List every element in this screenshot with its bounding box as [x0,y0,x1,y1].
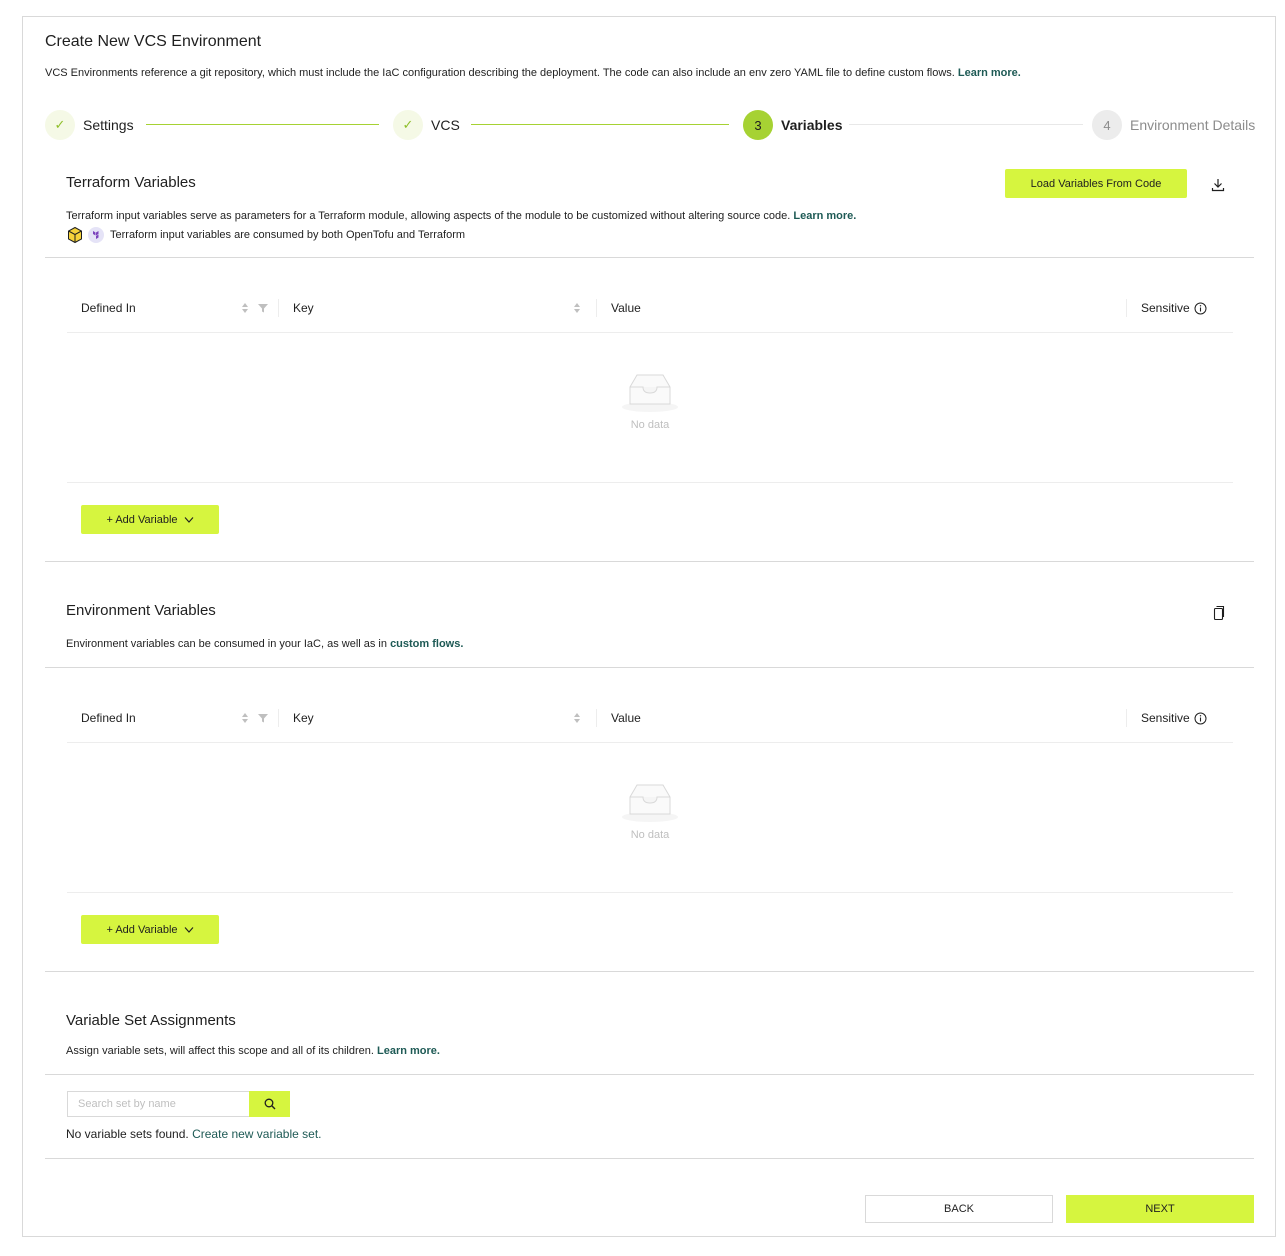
download-icon[interactable] [1208,175,1228,195]
opentofu-icon [66,226,84,244]
column-sensitive: Sensitive [1141,693,1207,743]
column-sensitive: Sensitive [1141,283,1207,333]
step-number: 3 [743,110,773,140]
step-environment-details[interactable]: 4 Environment Details [1092,110,1255,140]
empty-text: No data [630,419,670,431]
divider [45,561,1254,562]
terraform-icon [88,227,104,243]
learn-more-link[interactable]: Learn more. [958,67,1021,79]
chevron-down-icon [184,926,193,933]
terraform-variables-title: Terraform Variables [66,174,196,191]
column-value: Value [611,711,641,725]
column-key[interactable]: Key [293,693,314,743]
empty-inbox-icon [622,784,678,822]
copy-icon[interactable] [1208,603,1228,623]
environment-description: Environment variables can be consumed in… [66,638,463,650]
create-variable-set-link[interactable]: Create new variable set. [192,1127,321,1141]
column-separator [1126,299,1127,317]
filter-icon[interactable] [258,303,268,313]
load-variables-button[interactable]: Load Variables From Code [1005,169,1187,198]
next-button[interactable]: NEXT [1066,1195,1254,1223]
table-empty-body: No data [67,743,1233,893]
learn-more-link[interactable]: Learn more. [377,1045,440,1057]
step-vcs[interactable]: ✓ VCS [393,110,460,140]
divider [45,257,1254,258]
column-key[interactable]: Key [293,283,314,333]
add-variable-label: + Add Variable [106,923,178,936]
back-button[interactable]: BACK [865,1195,1053,1223]
info-icon[interactable] [1194,302,1207,315]
column-defined-in[interactable]: Defined In [81,283,136,333]
sort-icon[interactable] [241,302,249,314]
divider [45,971,1254,972]
terraform-variables-table: Defined In Key Value Sensitive No data [67,283,1233,483]
add-variable-button[interactable]: + Add Variable [81,505,219,534]
table-header: Defined In Key Value Sensitive [67,693,1233,743]
environment-variables-table: Defined In Key Value Sensitive No data [67,693,1233,893]
step-variables[interactable]: 3 Variables [743,110,843,140]
step-label: Settings [83,117,134,133]
table-header: Defined In Key Value Sensitive [67,283,1233,333]
step-label: Variables [781,117,843,133]
column-defined-in[interactable]: Defined In [81,693,136,743]
empty-state: No data [67,783,1233,841]
consumed-note-text: Terraform input variables are consumed b… [110,229,466,241]
divider [45,1158,1254,1159]
divider [45,667,1254,668]
column-separator [1126,709,1127,727]
column-separator [278,299,279,317]
sort-icon[interactable] [241,712,249,724]
terraform-description: Terraform input variables serve as param… [66,210,856,222]
column-separator [596,299,597,317]
column-sensitive-label: Sensitive [1141,301,1190,315]
variable-sets-empty: No variable sets found. Create new varia… [66,1127,322,1141]
column-sensitive-label: Sensitive [1141,711,1190,725]
filter-icon[interactable] [258,713,268,723]
search-input[interactable]: Search set by name [67,1091,250,1117]
variable-sets-description: Assign variable sets, will affect this s… [66,1045,440,1057]
info-icon[interactable] [1194,712,1207,725]
environment-variables-title: Environment Variables [66,602,216,619]
check-icon: ✓ [45,110,75,140]
learn-more-link[interactable]: Learn more. [793,210,856,222]
sort-icon[interactable] [573,712,581,724]
terraform-description-text: Terraform input variables serve as param… [66,210,791,222]
empty-inbox-icon [622,374,678,412]
variable-sets-title: Variable Set Assignments [66,1012,236,1029]
custom-flows-link[interactable]: custom flows. [390,638,463,650]
step-number: 4 [1092,110,1122,140]
search-icon [264,1098,275,1110]
step-label: Environment Details [1130,117,1256,133]
consumed-note: Terraform input variables are consumed b… [66,226,465,244]
step-connector [146,124,379,125]
page-title: Create New VCS Environment [45,33,262,50]
variable-sets-empty-text: No variable sets found. [66,1127,189,1141]
step-label: VCS [431,117,460,133]
sort-icon[interactable] [573,302,581,314]
divider [45,1074,1254,1075]
chevron-down-icon [184,516,193,523]
page-description-text: VCS Environments reference a git reposit… [45,67,955,79]
step-connector [849,124,1083,125]
wizard-card: Create New VCS Environment VCS Environme… [22,16,1276,1237]
search-button[interactable] [249,1091,290,1117]
step-connector [471,124,729,125]
table-empty-body: No data [67,333,1233,483]
add-variable-button[interactable]: + Add Variable [81,915,219,944]
column-separator [278,709,279,727]
page-description: VCS Environments reference a git reposit… [45,67,1021,79]
column-separator [596,709,597,727]
variable-sets-description-text: Assign variable sets, will affect this s… [66,1045,374,1057]
environment-description-text: Environment variables can be consumed in… [66,638,387,650]
empty-text: No data [630,829,670,841]
add-variable-label: + Add Variable [106,513,178,526]
check-icon: ✓ [393,110,423,140]
empty-state: No data [67,373,1233,431]
step-settings[interactable]: ✓ Settings [45,110,134,140]
column-value: Value [611,301,641,315]
